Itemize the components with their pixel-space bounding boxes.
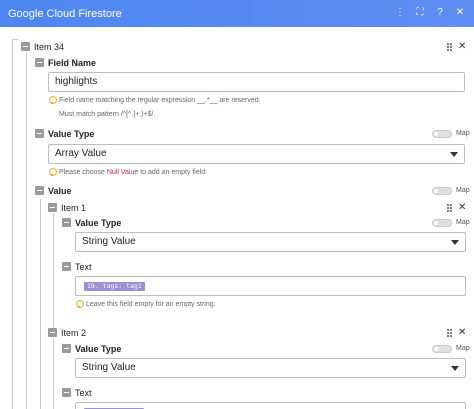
tree-line (12, 39, 18, 40)
window-title: Google Cloud Firestore (8, 7, 122, 20)
drag-handle-icon[interactable] (447, 329, 453, 337)
collapse-value-type-icon[interactable] (35, 129, 44, 138)
value-type-selected: Array Value (55, 148, 107, 159)
item1-value-type-label: Value Type (75, 218, 122, 228)
tree-line (12, 39, 13, 409)
value-type-select[interactable]: Array Value (48, 144, 465, 164)
collapse-field-name-icon[interactable] (35, 58, 44, 67)
item1-text-input[interactable]: 19. tags: tag1 (75, 276, 466, 296)
item1-label: Item 1 (61, 203, 87, 213)
remove-item1-icon[interactable]: ✕ (458, 203, 466, 213)
hint-bulb-icon (76, 300, 84, 308)
tree-line (26, 52, 27, 409)
help-icon[interactable]: ? (434, 7, 446, 19)
fullscreen-icon[interactable]: ⛶ (414, 7, 426, 19)
tree-line (53, 213, 54, 333)
field-name-label: Field Name (48, 58, 97, 68)
map-toggle-label: Map (456, 219, 470, 226)
value-label: Value (48, 186, 72, 196)
remove-item34-icon[interactable]: ✕ (458, 42, 466, 52)
item1-value-type-select[interactable]: String Value (75, 232, 466, 252)
remove-item2-icon[interactable]: ✕ (458, 328, 466, 338)
chevron-down-icon (451, 366, 459, 371)
close-icon[interactable]: ✕ (454, 7, 466, 19)
map-toggle[interactable] (432, 219, 452, 227)
item2-text-label: Text (75, 388, 92, 398)
item1-text-label: Text (75, 262, 92, 272)
tree-line (40, 199, 41, 409)
hint-bulb-icon (49, 168, 57, 176)
map-toggle-label: Map (456, 345, 470, 352)
map-toggle[interactable] (432, 345, 452, 353)
collapse-item2-icon[interactable] (48, 328, 57, 337)
collapse-item1-text-icon[interactable] (62, 262, 71, 271)
drag-handle-icon[interactable] (447, 43, 453, 51)
collapse-item1-value-type-icon[interactable] (62, 218, 71, 227)
field-name-pattern-hint: Must match pattern /^[^.]+.)+$/. (59, 111, 156, 118)
collapse-item34-icon[interactable] (21, 42, 30, 51)
item2-label: Item 2 (61, 328, 87, 338)
map-toggle-label: Map (456, 187, 470, 194)
value-type-label: Value Type (48, 129, 95, 139)
value-type-hint: Please choose Null Value to add an empty… (59, 169, 208, 176)
dots-menu-icon[interactable]: ⋮ (394, 7, 406, 19)
chevron-down-icon (450, 152, 458, 157)
item2-text-input[interactable] (75, 402, 466, 409)
mapped-value-pill[interactable]: 19. tags: tag1 (84, 282, 145, 291)
item2-value-type-label: Value Type (75, 344, 122, 354)
collapse-item2-text-icon[interactable] (62, 388, 71, 397)
collapse-item1-icon[interactable] (48, 203, 57, 212)
tree-line (53, 339, 54, 409)
drag-handle-icon[interactable] (447, 204, 453, 212)
map-toggle[interactable] (432, 130, 452, 138)
item2-value-type-selected: String Value (82, 362, 136, 373)
window-titlebar: Google Cloud Firestore ⋮ ⛶ ? ✕ (0, 0, 474, 27)
field-name-hint: Field name matching the regular expressi… (59, 97, 261, 104)
item1-text-hint: Leave this field empty for an empty stri… (86, 301, 216, 308)
field-name-value: highlights (55, 76, 98, 87)
hint-bulb-icon (49, 96, 57, 104)
item1-value-type-selected: String Value (82, 236, 136, 247)
collapse-value-icon[interactable] (35, 186, 44, 195)
chevron-down-icon (451, 240, 459, 245)
item34-label: Item 34 (34, 42, 65, 52)
form-content: Item 34 ✕ Field Name highlights Field na… (0, 27, 474, 409)
field-name-input[interactable]: highlights (48, 72, 465, 92)
map-toggle-label: Map (456, 130, 470, 137)
map-toggle[interactable] (432, 187, 452, 195)
item2-value-type-select[interactable]: String Value (75, 358, 466, 378)
collapse-item2-value-type-icon[interactable] (62, 344, 71, 353)
